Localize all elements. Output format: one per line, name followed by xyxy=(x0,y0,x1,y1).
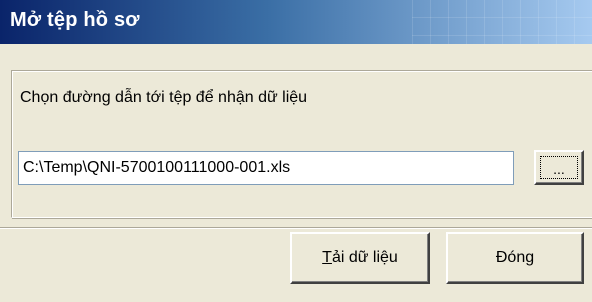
close-button-label: Đón xyxy=(495,249,526,266)
load-button-mnemonic: T xyxy=(322,249,332,266)
title-bar-pattern xyxy=(412,0,592,44)
close-button-mnemonic: g xyxy=(525,249,535,266)
title-bar[interactable]: Mở tệp hồ sơ xyxy=(0,0,592,44)
file-path-input[interactable] xyxy=(18,151,514,185)
window-title: Mở tệp hồ sơ xyxy=(10,9,140,31)
load-button-label: ải dữ liệu xyxy=(331,249,398,266)
path-prompt-label: Chọn đường dẫn tới tệp để nhận dữ liệu xyxy=(20,89,308,106)
browse-button-label: ... xyxy=(540,156,578,179)
load-data-button[interactable]: Tải dữ liệu xyxy=(290,232,430,284)
button-separator xyxy=(0,227,592,229)
browse-button[interactable]: ... xyxy=(534,150,584,185)
close-button[interactable]: Đón g xyxy=(446,232,584,284)
